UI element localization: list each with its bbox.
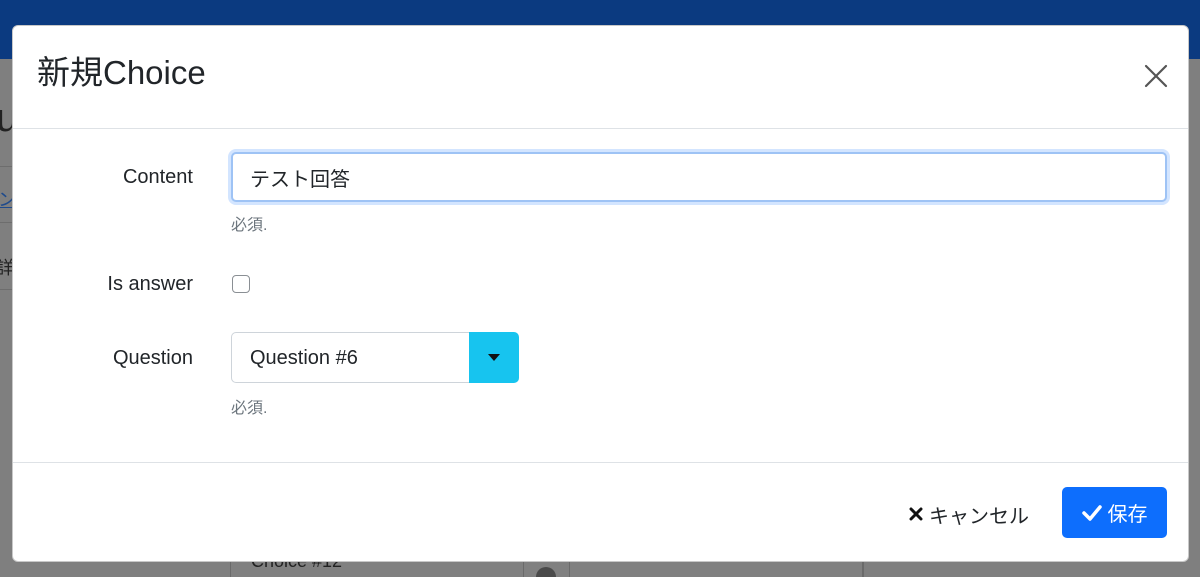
check-icon — [1081, 504, 1102, 521]
question-dropdown-toggle[interactable] — [469, 332, 519, 383]
question-selected-value: Question #6 — [250, 347, 358, 369]
cancel-button[interactable]: キャンセル — [909, 498, 1029, 530]
content-label: Content — [122, 166, 193, 188]
x-icon — [909, 507, 923, 521]
modal-header: 新規Choice — [13, 26, 1188, 129]
is-answer-checkbox[interactable] — [232, 275, 250, 293]
content-input[interactable] — [231, 152, 1167, 202]
close-icon — [1144, 64, 1168, 88]
modal-footer-divider — [13, 462, 1188, 463]
question-help-text: 必須. — [231, 400, 268, 417]
caret-down-icon — [488, 354, 500, 361]
close-button[interactable] — [1142, 62, 1170, 90]
save-button-label: 保存 — [1107, 504, 1148, 526]
background-divider — [0, 166, 12, 167]
question-label: Question — [112, 347, 193, 369]
background-row-action-icon — [536, 567, 556, 577]
background-divider — [0, 289, 12, 290]
content-help-text: 必須. — [231, 217, 268, 234]
background-divider — [0, 222, 12, 223]
modal-title: 新規Choice — [37, 54, 206, 91]
question-select[interactable]: Question #6 — [231, 332, 471, 383]
save-button[interactable]: 保存 — [1062, 487, 1167, 538]
is-answer-label: Is answer — [107, 273, 193, 295]
new-choice-modal: 新規Choice Content 必須. Is answer Question … — [12, 25, 1189, 562]
cancel-button-label: キャンセル — [929, 505, 1029, 528]
